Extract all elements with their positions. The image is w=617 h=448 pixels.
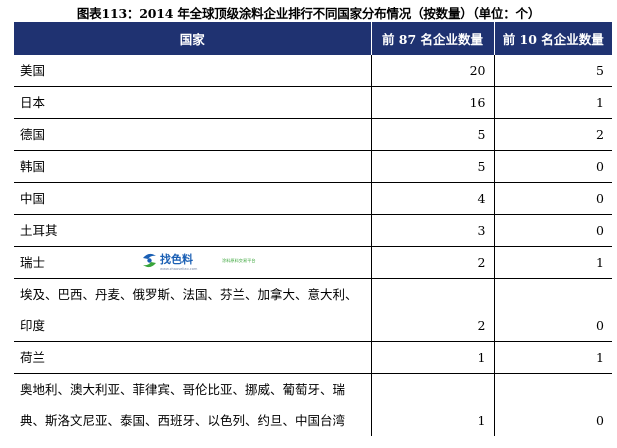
country-cell: 德国 — [14, 118, 371, 151]
top10-cell: 0 — [493, 182, 612, 215]
top10-cell: 2 — [493, 118, 612, 151]
country-cell: 埃及、巴西、丹麦、俄罗斯、法国、芬兰、加拿大、意大利、印度 — [14, 278, 371, 342]
top10-cell: 1 — [493, 341, 612, 374]
swirl-logo-icon — [143, 253, 156, 268]
country-cell: 中国 — [14, 182, 371, 215]
top10-cell: 0 — [493, 214, 612, 247]
top10-cell: 0 — [493, 150, 612, 183]
top87-cell: 2 — [370, 278, 494, 342]
table-row: 德国 5 2 — [14, 118, 612, 151]
table-row: 荷兰 1 1 — [14, 341, 612, 374]
watermark-logo: 找色料 www.zhaoseliao.com 涂料原料交易平台 — [143, 252, 256, 271]
top10-cell: 1 — [493, 246, 612, 279]
top87-cell: 4 — [370, 182, 494, 215]
table-title: 图表113：2014 年全球顶级涂料企业排行不同国家分布情况（按数量）（单位：个… — [76, 6, 541, 21]
table-row: 韩国 5 0 — [14, 150, 612, 183]
table-row: 日本 16 1 — [14, 86, 612, 119]
top10-cell: 0 — [493, 278, 612, 342]
table-row: 中国 4 0 — [14, 182, 612, 215]
watermark-url: www.zhaoseliao.com — [160, 267, 198, 271]
country-cell: 荷兰 — [14, 341, 371, 374]
top87-cell: 1 — [370, 341, 494, 374]
table-header-row: 国家 前 87 名企业数量 前 10 名企业数量 — [14, 22, 612, 55]
table-row: 瑞士 2 1 — [14, 246, 612, 279]
top10-cell: 0 — [493, 373, 612, 436]
column-header-top10: 前 10 名企业数量 — [493, 22, 612, 55]
table-row: 土耳其 3 0 — [14, 214, 612, 247]
country-cell: 韩国 — [14, 150, 371, 183]
top87-cell: 5 — [370, 150, 494, 183]
country-cell: 美国 — [14, 55, 371, 87]
top87-cell: 20 — [370, 55, 494, 87]
top10-cell: 1 — [493, 86, 612, 119]
top87-cell: 5 — [370, 118, 494, 151]
top87-cell: 16 — [370, 86, 494, 119]
top87-cell: 1 — [370, 373, 494, 436]
top87-cell: 2 — [370, 246, 494, 279]
top10-cell: 5 — [493, 55, 612, 87]
watermark-slogan: 涂料原料交易平台 — [222, 257, 256, 264]
top87-cell: 3 — [370, 214, 494, 247]
column-header-country: 国家 — [14, 22, 371, 55]
table-row: 美国 20 5 — [14, 55, 612, 87]
watermark-logo-text: 找色料 — [160, 252, 193, 266]
country-cell: 土耳其 — [14, 214, 371, 247]
table-row: 埃及、巴西、丹麦、俄罗斯、法国、芬兰、加拿大、意大利、印度 2 0 — [14, 278, 612, 342]
country-distribution-table: 国家 前 87 名企业数量 前 10 名企业数量 美国 20 5 日本 16 1… — [14, 22, 612, 436]
country-cell: 日本 — [14, 86, 371, 119]
column-header-top87: 前 87 名企业数量 — [370, 22, 494, 55]
table-row: 奥地利、澳大利亚、菲律宾、哥伦比亚、挪威、葡萄牙、瑞典、斯洛文尼亚、泰国、西班牙… — [14, 373, 612, 436]
country-cell: 奥地利、澳大利亚、菲律宾、哥伦比亚、挪威、葡萄牙、瑞典、斯洛文尼亚、泰国、西班牙… — [20, 382, 346, 428]
